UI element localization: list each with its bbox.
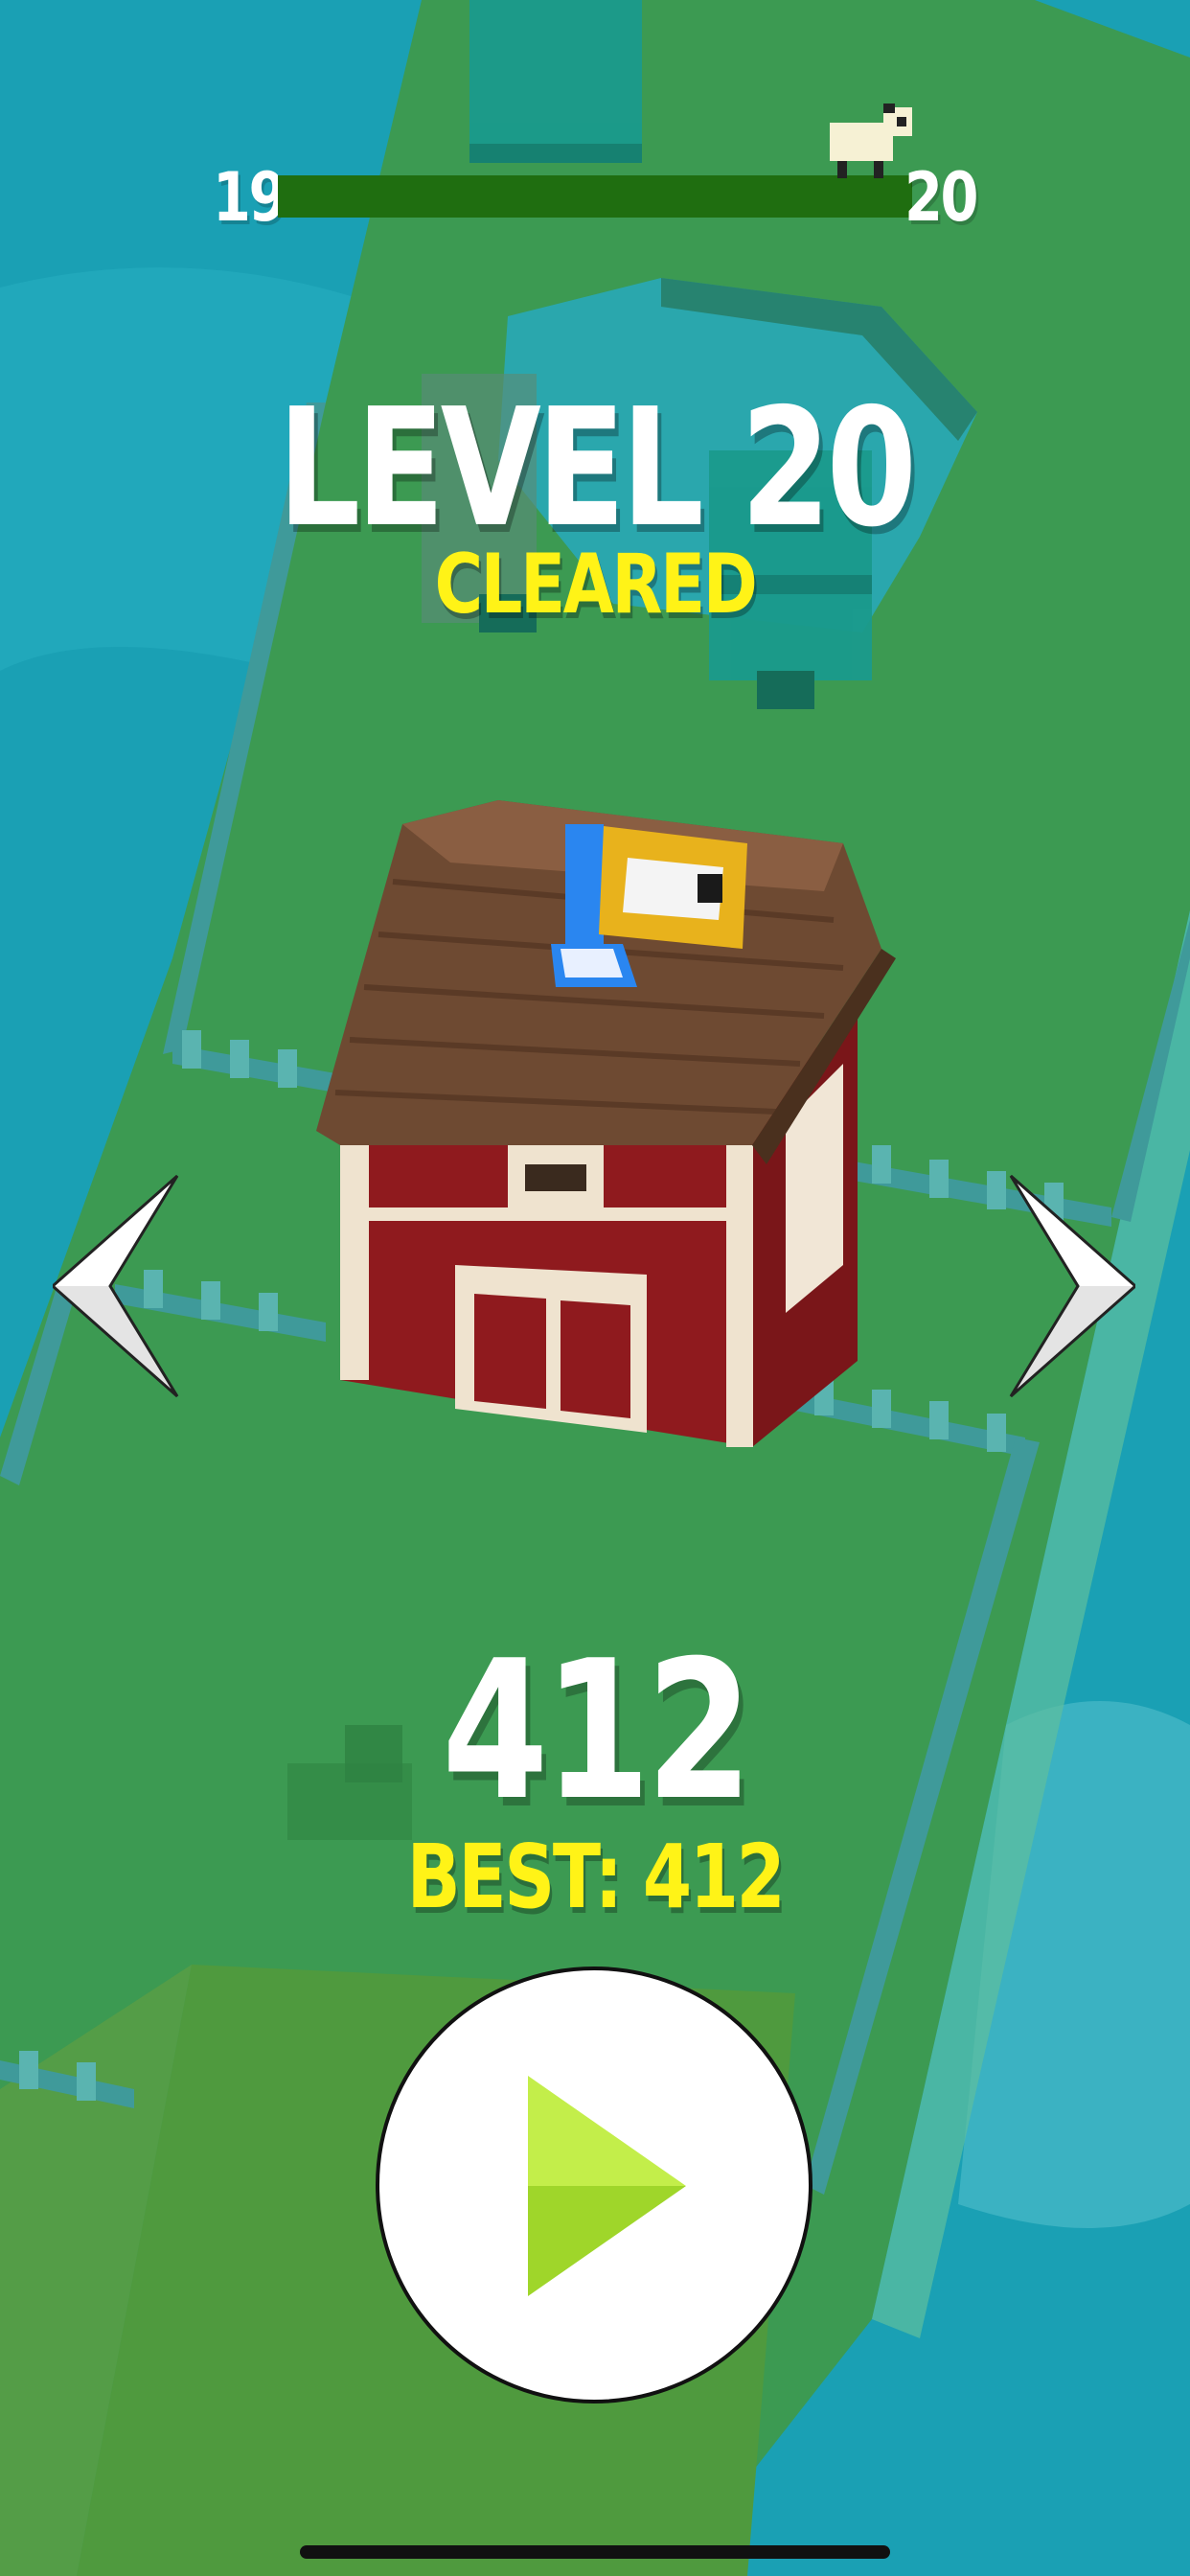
- level-status-label: CLEARED: [434, 537, 758, 632]
- best-score-label: BEST: 412: [406, 1826, 786, 1928]
- level-title: LEVEL 20: [277, 374, 917, 564]
- play-icon: [528, 2076, 686, 2296]
- next-level-number: 20: [904, 158, 978, 237]
- chevron-left-icon[interactable]: [53, 1171, 187, 1401]
- home-indicator: [300, 2545, 890, 2559]
- current-level-number: 19: [213, 158, 286, 237]
- level-progress-bar: [278, 175, 912, 218]
- level-progress-fill: [278, 175, 912, 218]
- chevron-right-icon[interactable]: [1001, 1171, 1135, 1401]
- play-button[interactable]: [376, 1966, 812, 2404]
- score-value: 412: [442, 1620, 752, 1843]
- sheep-icon: [830, 104, 912, 178]
